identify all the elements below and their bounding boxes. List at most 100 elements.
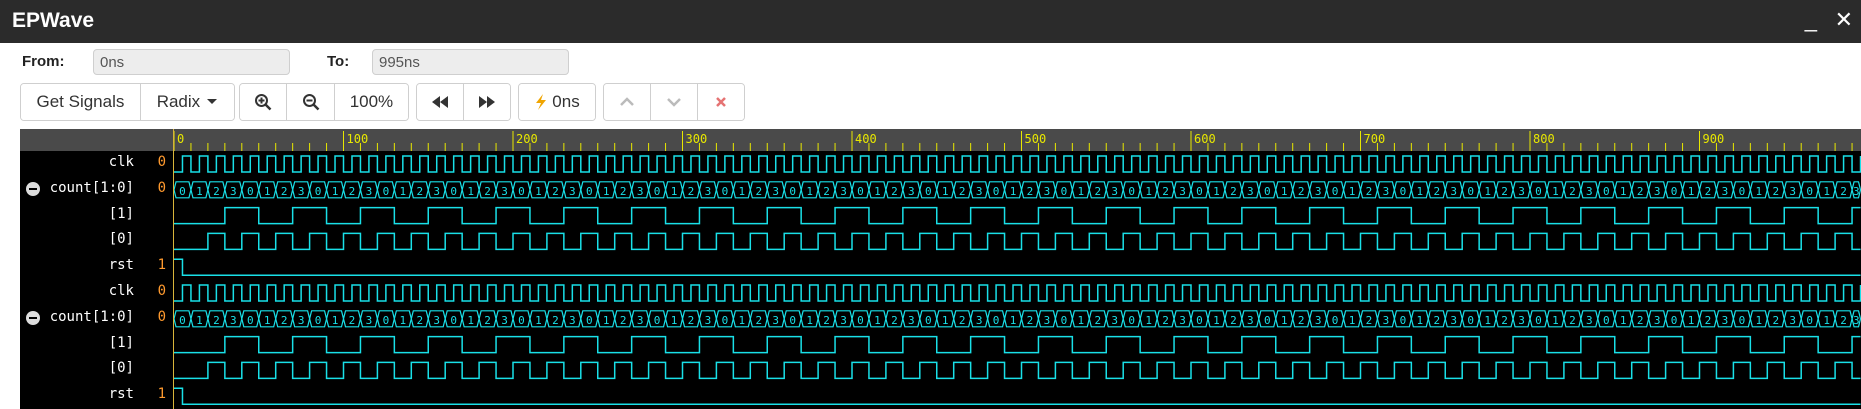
bus-value-label: 0 — [654, 314, 661, 327]
bus-value-label: 1 — [1145, 314, 1152, 327]
bus-value-label: 0 — [857, 185, 864, 198]
bus-value-label: 1 — [1484, 185, 1491, 198]
bus-value-label: 0 — [1128, 314, 1135, 327]
signal-row[interactable]: clk 0 — [20, 280, 174, 305]
bus-value-label: 3 — [1586, 314, 1593, 327]
ruler-label: 100 — [347, 132, 369, 146]
signal-name: clk — [108, 154, 134, 170]
marker-down-button[interactable] — [651, 84, 698, 120]
bus-value-label: 1 — [806, 314, 813, 327]
bus-value-label: 0 — [1400, 314, 1407, 327]
next-transition-button[interactable] — [464, 84, 510, 120]
bus-value-label: 3 — [772, 185, 779, 198]
bus-value-label: 0 — [586, 314, 593, 327]
signal-list: clk 0 count[1:0] 0 [1] [0] rst 1 clk 0 count[1:0] 0… — [20, 151, 174, 409]
bus-value-label: 2 — [1366, 314, 1373, 327]
signal-row[interactable]: [0] — [20, 228, 174, 253]
bus-value-label: 2 — [1433, 185, 1440, 198]
collapse-icon[interactable] — [26, 181, 40, 196]
bus-value-label: 1 — [332, 185, 339, 198]
bus-value-label: 2 — [959, 314, 966, 327]
bus-value-label: 0 — [1264, 185, 1271, 198]
bus-value-label: 2 — [1705, 185, 1712, 198]
bus-value-label: 2 — [552, 314, 559, 327]
bus-value-label: 1 — [196, 314, 203, 327]
previous-transition-button[interactable] — [417, 84, 464, 120]
signal-row[interactable]: clk 0 — [20, 151, 174, 176]
cursor-group: 0ns — [518, 83, 596, 121]
bus-value-label: 3 — [433, 314, 440, 327]
ruler-label: 600 — [1194, 132, 1216, 146]
bus-value-label: 0 — [383, 185, 390, 198]
get-signals-button[interactable]: Get Signals — [21, 84, 141, 120]
marker-up-button[interactable] — [604, 84, 652, 120]
clear-markers-button[interactable] — [697, 84, 744, 120]
bus-value-label: 0 — [1739, 314, 1746, 327]
bus-value-label: 2 — [1027, 314, 1034, 327]
bus-value-label: 2 — [1230, 314, 1237, 327]
zoom-level[interactable]: 100% — [334, 84, 408, 120]
bus-value-label: 0 — [450, 185, 457, 198]
bus-value-label: 2 — [891, 185, 898, 198]
signals-group: Get Signals Radix — [20, 83, 235, 121]
bus-value-label: 2 — [1840, 185, 1847, 198]
bus-value-label: 2 — [281, 314, 288, 327]
bus-value-label: 1 — [1823, 314, 1830, 327]
bus-value-label: 1 — [332, 314, 339, 327]
bus-value-label: 0 — [925, 185, 932, 198]
bus-value-label: 2 — [1366, 185, 1373, 198]
signal-row[interactable]: count[1:0] 0 — [20, 306, 174, 331]
radix-dropdown[interactable]: Radix — [140, 84, 234, 120]
title-bar: EPWave _ ✕ — [0, 0, 1861, 43]
bus-value-label: 2 — [1501, 314, 1508, 327]
bus-value-label: 3 — [1111, 314, 1118, 327]
rst-waveform — [174, 387, 1861, 405]
signal-row[interactable]: rst 1 — [20, 254, 174, 279]
bus-value-label: 1 — [671, 314, 678, 327]
clk-waveform — [174, 284, 1861, 302]
signal-row[interactable]: rst 1 — [20, 383, 174, 408]
bus-value-label: 2 — [1501, 185, 1508, 198]
zoom-out-button[interactable] — [287, 84, 335, 120]
waveform-viewer[interactable]: 0 100 200 300 400 500 600 700 800 900 clk 0 count[1… — [20, 129, 1861, 409]
bus-value-label: 3 — [366, 185, 373, 198]
from-input[interactable]: 0ns — [93, 49, 290, 75]
signal-row[interactable]: [1] — [20, 332, 174, 357]
bus-value-label: 0 — [1061, 185, 1068, 198]
bus-value-label: 1 — [1281, 314, 1288, 327]
zoom-in-button[interactable] — [240, 84, 288, 120]
bus-value-label: 0 — [1264, 314, 1271, 327]
ruler-label: 800 — [1533, 132, 1555, 146]
bus-value-label: 1 — [1823, 185, 1830, 198]
bus-value-label: 0 — [857, 314, 864, 327]
bus-value-label: 3 — [1179, 185, 1186, 198]
bus-value-label: 0 — [722, 314, 729, 327]
bus-value-label: 3 — [637, 314, 644, 327]
signal-row[interactable]: count[1:0] 0 — [20, 177, 174, 202]
bus-value-label: 2 — [1094, 314, 1101, 327]
navigation-group — [416, 83, 511, 121]
bus-value-label: 1 — [1078, 185, 1085, 198]
bus-value-label: 2 — [1705, 314, 1712, 327]
bus-value-label: 1 — [874, 314, 881, 327]
waveform-plot[interactable]: 0123012301230123012301230123012301230123… — [174, 151, 1861, 409]
bus-value-label: 3 — [1853, 314, 1860, 327]
bus-value-label: 3 — [908, 185, 915, 198]
bus-value-label: 1 — [535, 185, 542, 198]
marker-group — [603, 83, 745, 121]
time-ruler[interactable]: 0 100 200 300 400 500 600 700 800 900 — [20, 129, 1861, 151]
bus-value-label: 3 — [1789, 314, 1796, 327]
bus-value-label: 3 — [1654, 314, 1661, 327]
bus-value-label: 3 — [1450, 314, 1457, 327]
bus-value-label: 2 — [484, 314, 491, 327]
minimize-button[interactable]: _ — [1805, 6, 1817, 34]
bus-value-label: 2 — [823, 314, 830, 327]
to-input[interactable]: 995ns — [372, 49, 569, 75]
collapse-icon[interactable] — [26, 310, 40, 325]
bus-value-label: 1 — [1010, 314, 1017, 327]
bus-value-label: 3 — [1383, 185, 1390, 198]
cursor-time-button[interactable]: 0ns — [519, 84, 595, 120]
signal-row[interactable]: [0] — [20, 357, 174, 382]
signal-row[interactable]: [1] — [20, 203, 174, 228]
close-window-button[interactable]: ✕ — [1835, 6, 1853, 34]
